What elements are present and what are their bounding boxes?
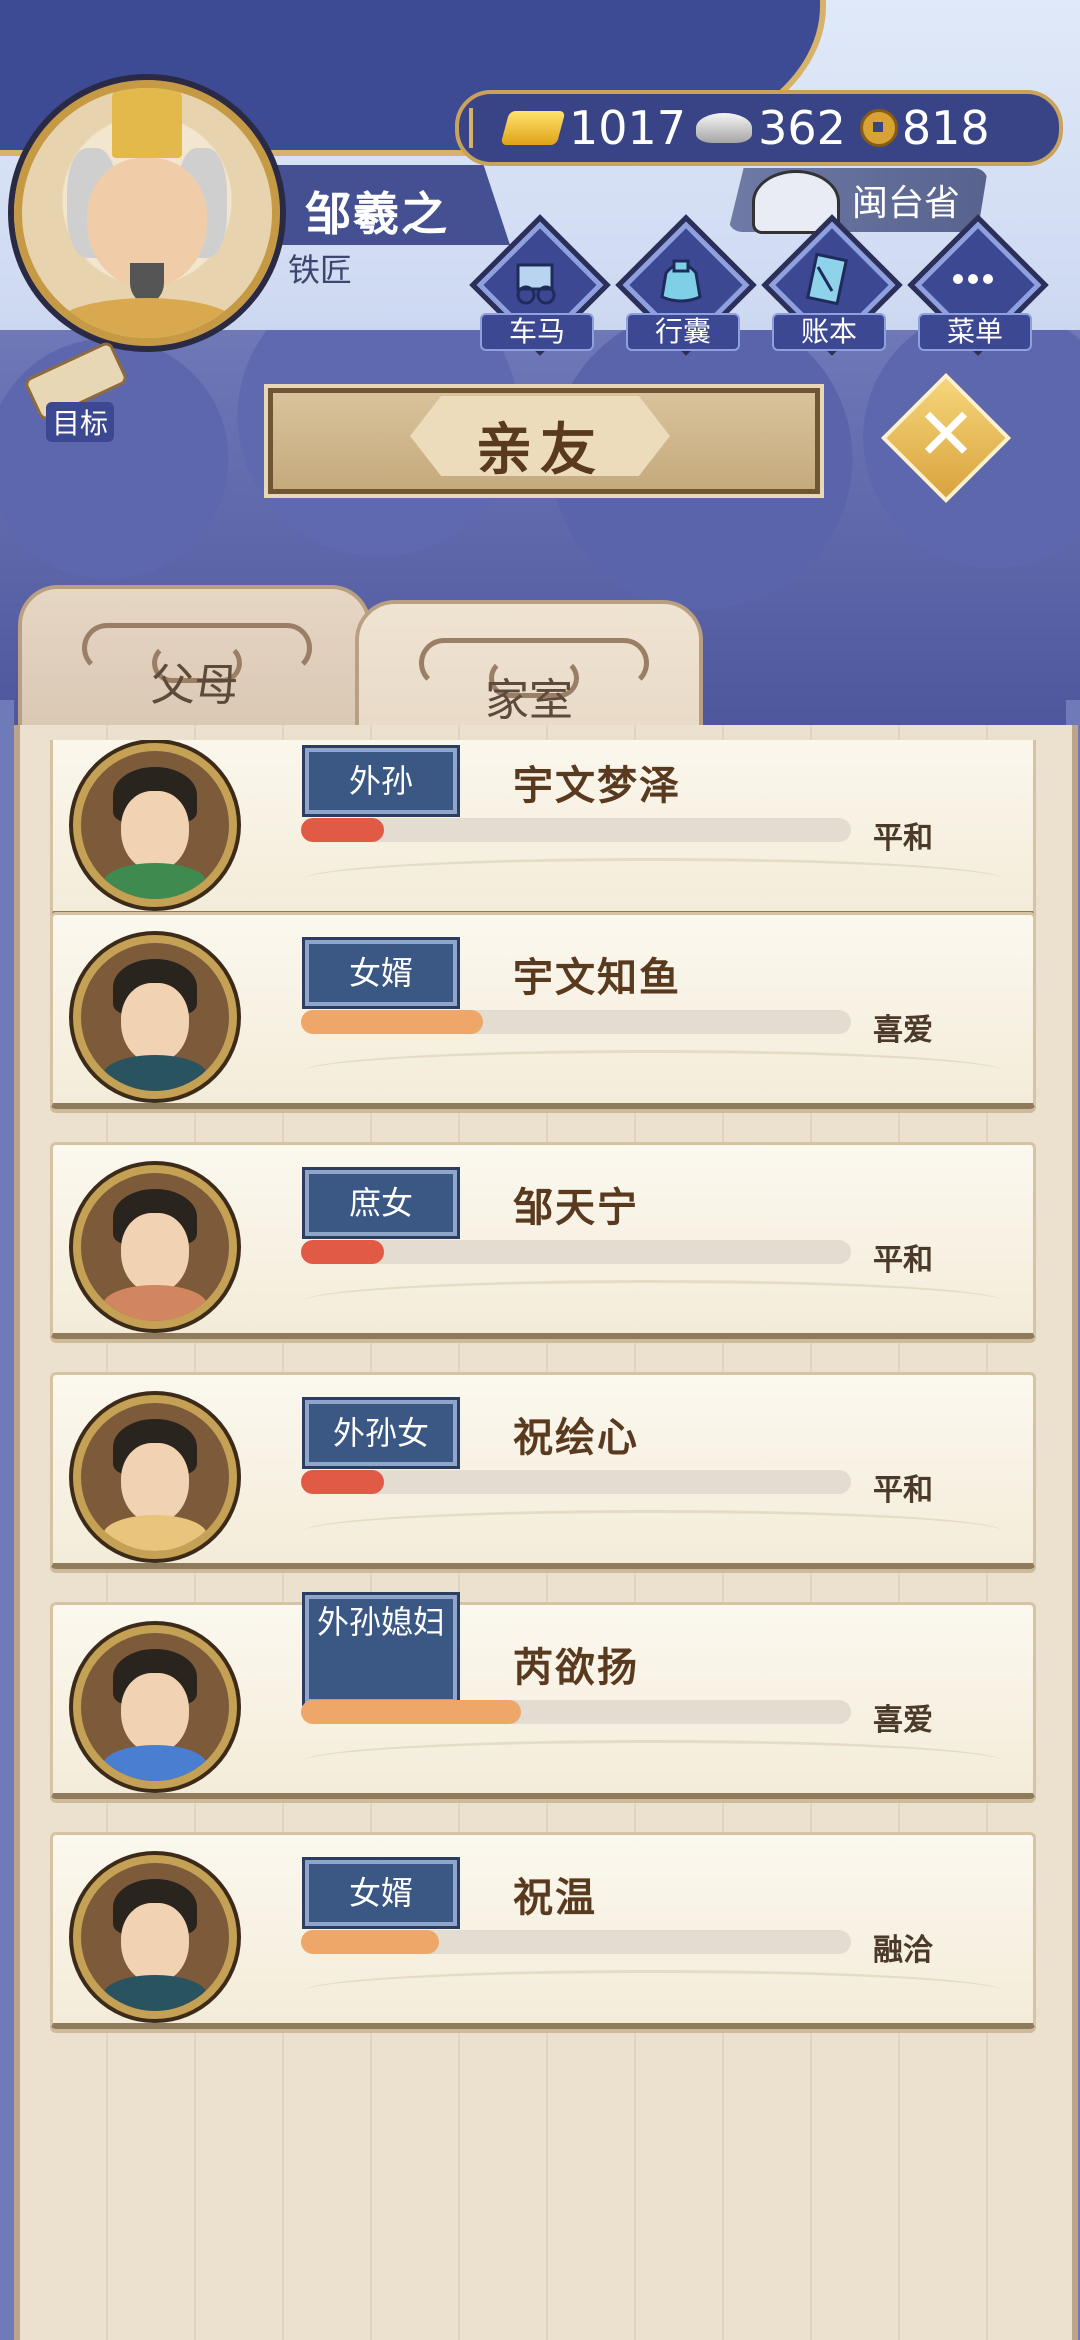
main-menu-button[interactable]: 菜单 — [907, 214, 1049, 356]
ledger-icon — [805, 252, 849, 306]
bamboo-deco-icon — [469, 108, 495, 148]
relative-portrait — [73, 935, 237, 1099]
affinity-fill — [301, 818, 384, 842]
affinity-fill — [301, 1930, 439, 1954]
player-name: 邹羲之 — [305, 187, 449, 241]
relation-badge: 女婿 — [305, 1860, 457, 1926]
affinity-fill — [301, 1700, 521, 1724]
goal-label: 目标 — [46, 402, 115, 442]
relative-portrait — [73, 1625, 237, 1789]
relative-name: 宇文知鱼 — [513, 955, 681, 1001]
close-icon: ✕ — [915, 392, 977, 476]
affinity-bar — [301, 1930, 851, 1954]
relation-badge: 外孙媳妇 — [305, 1595, 457, 1703]
affinity-bar — [301, 1700, 851, 1724]
gold-ingot-icon — [500, 111, 566, 145]
more-icon — [953, 274, 993, 284]
relative-card[interactable]: 外孙 宇文梦泽 平和 — [50, 740, 1036, 917]
relative-name: 邹天宁 — [513, 1185, 639, 1231]
player-occupation: 铁匠 — [288, 251, 353, 289]
relative-card[interactable]: 庶女 邹天宁 平和 — [50, 1142, 1036, 1339]
goal-button[interactable]: 目标 — [18, 339, 130, 442]
affinity-bar — [301, 818, 851, 842]
mood-label: 平和 — [873, 1243, 933, 1278]
copper-coin-icon — [859, 109, 898, 147]
affinity-bar — [301, 1010, 851, 1034]
main-menu-label: 菜单 — [918, 313, 1032, 351]
ledger-label: 账本 — [772, 313, 886, 351]
relative-portrait — [73, 1165, 237, 1329]
relation-badge: 庶女 — [305, 1170, 457, 1236]
relation-badge: 外孙 — [305, 748, 457, 814]
affinity-bar — [301, 1240, 851, 1264]
mood-label: 喜爱 — [873, 1013, 933, 1048]
mood-label: 平和 — [873, 821, 933, 856]
province-label: 闽台省 — [852, 183, 961, 224]
ledger-button[interactable]: 账本 — [761, 214, 903, 356]
relative-portrait — [73, 1855, 237, 2019]
relative-name: 宇文梦泽 — [513, 763, 681, 809]
currency-bar: 1017 362 818 — [455, 90, 1063, 166]
silver-amount: 362 — [758, 101, 846, 155]
bag-icon — [660, 259, 702, 303]
relative-card[interactable]: 女婿 宇文知鱼 喜爱 — [50, 912, 1036, 1109]
relative-name: 祝绘心 — [513, 1415, 639, 1461]
mood-label: 喜爱 — [873, 1703, 933, 1738]
player-avatar[interactable] — [14, 80, 280, 346]
mood-label: 融洽 — [873, 1933, 933, 1968]
gold-amount: 1017 — [569, 101, 687, 155]
relative-card[interactable]: 外孙女 祝绘心 平和 — [50, 1372, 1036, 1569]
relative-card[interactable]: 女婿 祝温 融洽 — [50, 1832, 1036, 2029]
carriage-icon — [516, 263, 556, 305]
relative-card[interactable]: 外孙媳妇 芮欲扬 喜爱 — [50, 1595, 1036, 1799]
relation-badge: 外孙女 — [305, 1400, 457, 1466]
tab-household-label: 家室 — [485, 675, 573, 726]
relatives-list[interactable]: 外孙 宇文梦泽 平和 女婿 宇文知鱼 喜爱 庶女 邹天宁 平和 外孙女 祝绘心 … — [40, 740, 1040, 2040]
relative-name: 芮欲扬 — [513, 1645, 639, 1691]
mood-label: 平和 — [873, 1473, 933, 1508]
silver-ingot-icon — [696, 113, 753, 143]
relation-badge: 女婿 — [305, 940, 457, 1006]
tab-parents-label: 父母 — [150, 660, 239, 711]
relative-name: 祝温 — [513, 1875, 597, 1921]
affinity-bar — [301, 1470, 851, 1494]
page-title: 亲友 — [476, 418, 604, 483]
affinity-fill — [301, 1470, 384, 1494]
relative-portrait — [73, 1395, 237, 1559]
bag-button[interactable]: 行囊 — [615, 214, 757, 356]
affinity-fill — [301, 1010, 483, 1034]
coin-amount: 818 — [901, 101, 990, 155]
carriage-button[interactable]: 车马 — [469, 214, 611, 356]
left-rail — [0, 700, 14, 2340]
affinity-fill — [301, 1240, 384, 1264]
bag-label: 行囊 — [626, 313, 740, 351]
relative-portrait — [73, 743, 237, 907]
carriage-label: 车马 — [480, 313, 594, 351]
